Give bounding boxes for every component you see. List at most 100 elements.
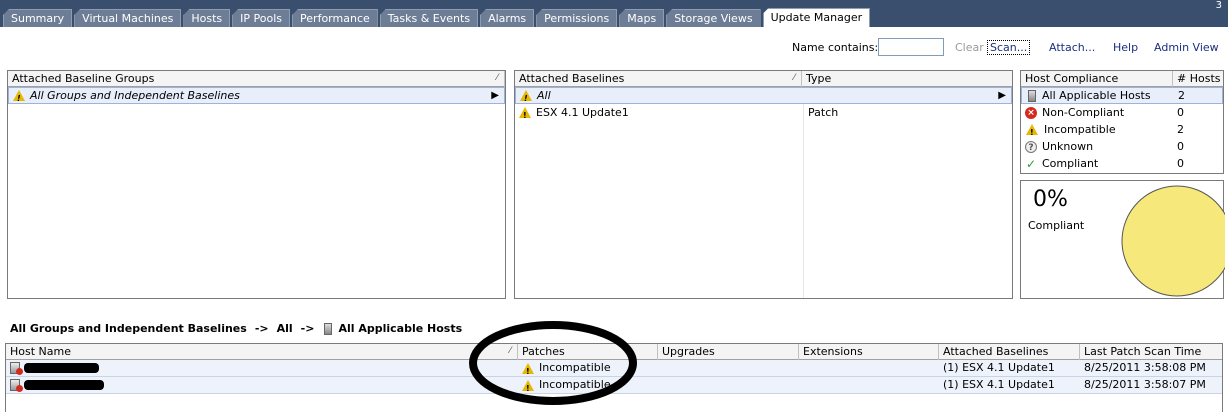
- attached-baselines-header[interactable]: Attached Baselines: [939, 344, 1080, 360]
- warning-icon: [519, 107, 531, 121]
- tab-ip-pools[interactable]: IP Pools: [232, 9, 291, 27]
- hosts-count-header[interactable]: # Hosts: [1173, 71, 1223, 87]
- scan-button[interactable]: Scan...: [987, 40, 1031, 55]
- sort-icon: ⁄: [509, 346, 511, 356]
- baseline-groups-header-label: Attached Baseline Groups: [12, 72, 155, 85]
- tab-bar: Summary Virtual Machines Hosts IP Pools Perf…: [0, 0, 1228, 27]
- table-row[interactable]: Incompatible (1) ESX 4.1 Update1 8/25/2011…: [6, 377, 1222, 394]
- last-scan-time: 8/25/2011 3:58:08 PM: [1084, 361, 1206, 374]
- warning-icon: [520, 90, 532, 103]
- compliance-count: 2: [1178, 88, 1185, 102]
- compliance-row[interactable]: ? Unknown 0: [1021, 138, 1223, 155]
- baseline-groups-panel: Attached Baseline Groups ⁄ All Groups and…: [7, 70, 506, 299]
- baseline-group-row[interactable]: All Groups and Independent Baselines ▶: [8, 87, 505, 104]
- warning-icon: [522, 362, 534, 376]
- compliance-header[interactable]: Host Compliance: [1021, 71, 1173, 87]
- breadcrumb-all[interactable]: All: [277, 322, 293, 335]
- tab-alarms[interactable]: Alarms: [480, 9, 535, 27]
- table-row[interactable]: Incompatible (1) ESX 4.1 Update1 8/25/2011…: [6, 360, 1222, 377]
- host-rows: Incompatible (1) ESX 4.1 Update1 8/25/2011…: [6, 360, 1222, 394]
- sort-icon: ⁄: [793, 73, 795, 83]
- extensions-status: [799, 377, 939, 393]
- tab-strip: Summary Virtual Machines Hosts IP Pools Perf…: [3, 8, 872, 27]
- upgrades-status: [658, 360, 799, 376]
- baselines-all-row[interactable]: All ▶: [515, 87, 1012, 104]
- compliance-row[interactable]: ✓ Compliant 0: [1021, 155, 1223, 172]
- breadcrumb-groups[interactable]: All Groups and Independent Baselines: [10, 322, 247, 335]
- expand-arrow-icon[interactable]: ▶: [491, 88, 499, 104]
- compliance-header-row: Host Compliance # Hosts: [1021, 71, 1223, 87]
- upgrades-header[interactable]: Upgrades: [658, 344, 799, 360]
- name-contains-input[interactable]: [878, 38, 944, 56]
- patches-status: Incompatible: [539, 378, 611, 391]
- window-number: 3: [1215, 0, 1222, 11]
- baselines-name-header[interactable]: Attached Baselines ⁄: [515, 71, 802, 87]
- tab-tasks-events[interactable]: Tasks & Events: [379, 9, 479, 27]
- compliance-pie: [1121, 185, 1225, 297]
- warning-icon: [522, 379, 534, 393]
- attach-button[interactable]: Attach...: [1049, 41, 1095, 54]
- expand-arrow-icon[interactable]: ▶: [998, 88, 1006, 104]
- baselines-name-header-label: Attached Baselines: [519, 72, 625, 85]
- help-link[interactable]: Help: [1113, 41, 1138, 54]
- compliance-row[interactable]: Incompatible 2: [1021, 121, 1223, 138]
- baselines-all-label: All: [537, 88, 551, 102]
- compliance-count: 0: [1177, 156, 1184, 170]
- breadcrumb-hosts[interactable]: All Applicable Hosts: [338, 322, 462, 335]
- patches-header[interactable]: Patches: [518, 344, 658, 360]
- breadcrumb-separator: ->: [300, 322, 315, 335]
- name-contains-label: Name contains:: [792, 41, 879, 54]
- last-scan-header[interactable]: Last Patch Scan Time: [1080, 344, 1222, 360]
- compliance-chart: 0% Compliant: [1020, 180, 1225, 299]
- baseline-name: ESX 4.1 Update1: [536, 105, 629, 119]
- baseline-group-label: All Groups and Independent Baselines: [30, 88, 240, 102]
- hosts-header-row: Host Name ⁄ Patches Upgrades Extensions A…: [6, 344, 1222, 360]
- baseline-groups-header[interactable]: Attached Baseline Groups ⁄: [8, 71, 505, 87]
- compliance-label: Incompatible: [1044, 122, 1116, 136]
- upgrades-status: [658, 377, 799, 393]
- baseline-groups-header-row: Attached Baseline Groups ⁄: [8, 71, 505, 87]
- host-icon: [324, 322, 333, 335]
- extensions-header[interactable]: Extensions: [799, 344, 939, 360]
- warning-icon: [1026, 124, 1038, 138]
- compliance-count: 2: [1177, 122, 1184, 136]
- compliance-label: Compliant: [1042, 156, 1099, 170]
- host-compliance-panel: Host Compliance # Hosts All Applicable H…: [1020, 70, 1224, 174]
- breadcrumb: All Groups and Independent Baselines -> …: [10, 322, 462, 335]
- pie-slice-incompatible: [1121, 185, 1225, 297]
- clear-button[interactable]: Clear: [955, 41, 984, 54]
- baselines-type-header[interactable]: Type: [802, 71, 1012, 87]
- host-name-header[interactable]: Host Name ⁄: [6, 344, 518, 360]
- baseline-row[interactable]: ESX 4.1 Update1 Patch: [515, 104, 1012, 121]
- check-icon: ✓: [1025, 156, 1037, 171]
- compliance-count: 0: [1177, 139, 1184, 153]
- tab-performance[interactable]: Performance: [292, 9, 378, 27]
- baselines-panel: Attached Baselines ⁄ Type All ▶ ESX 4.1 U…: [514, 70, 1013, 299]
- compliance-label: Unknown: [1042, 139, 1094, 153]
- error-icon: ×: [1025, 106, 1037, 119]
- compliance-label: Non-Compliant: [1042, 105, 1125, 119]
- attached-baselines: (1) ESX 4.1 Update1: [943, 361, 1055, 374]
- host-icon: [1028, 89, 1036, 102]
- hosts-table: Host Name ⁄ Patches Upgrades Extensions A…: [5, 343, 1223, 412]
- host-error-icon: [10, 362, 23, 375]
- tab-storage-views[interactable]: Storage Views: [666, 9, 761, 27]
- compliance-row[interactable]: All Applicable Hosts 2: [1021, 87, 1223, 104]
- compliance-row[interactable]: × Non-Compliant 0: [1021, 104, 1223, 121]
- last-scan-time: 8/25/2011 3:58:07 PM: [1084, 378, 1206, 391]
- tab-summary[interactable]: Summary: [3, 9, 73, 27]
- admin-view-link[interactable]: Admin View: [1154, 41, 1219, 54]
- breadcrumb-separator: ->: [254, 322, 269, 335]
- baselines-header-row: Attached Baselines ⁄ Type: [515, 71, 1012, 87]
- redacted-host-name: [24, 380, 104, 390]
- tab-hosts[interactable]: Hosts: [183, 9, 231, 27]
- redacted-host-name: [24, 363, 99, 373]
- tab-virtual-machines[interactable]: Virtual Machines: [74, 9, 182, 27]
- tab-maps[interactable]: Maps: [619, 9, 665, 27]
- baseline-type: Patch: [803, 104, 1003, 121]
- warning-icon: [13, 90, 25, 103]
- extensions-status: [799, 360, 939, 376]
- patches-status: Incompatible: [539, 361, 611, 374]
- tab-permissions[interactable]: Permissions: [536, 9, 618, 27]
- tab-update-manager[interactable]: Update Manager: [762, 8, 871, 27]
